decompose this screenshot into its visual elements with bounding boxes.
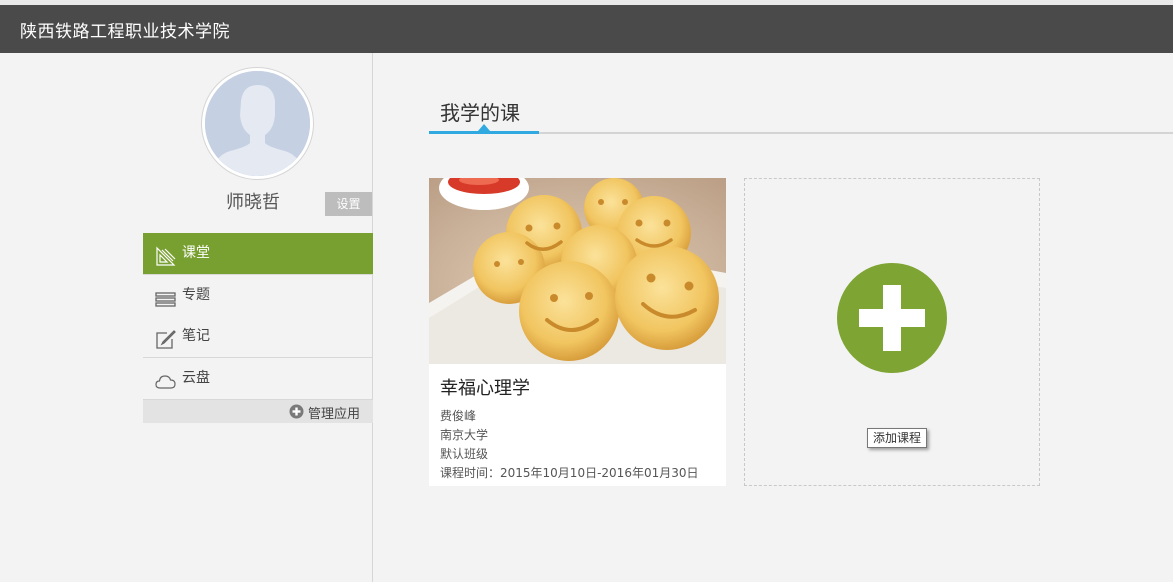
sidebar-item-label: 笔记 <box>182 328 210 344</box>
course-tabs: 我学的课 <box>429 94 1173 134</box>
user-name: 师晓哲 <box>226 192 280 213</box>
sidebar: 师晓哲 设置 课堂 专题 笔记 云盘 管理应用 <box>0 53 373 582</box>
user-avatar-icon <box>205 71 310 176</box>
manage-apps-label: 管理应用 <box>308 407 361 422</box>
add-course-card[interactable]: 添加课程 <box>744 178 1040 486</box>
sidebar-item-cloud[interactable]: 云盘 <box>143 358 373 399</box>
add-plus-icon[interactable] <box>837 263 947 373</box>
course-card[interactable]: 幸福心理学 费俊峰 南京大学 默认班级 课程时间：2015年10月10日-201… <box>429 178 726 486</box>
sidebar-item-notes[interactable]: 笔记 <box>143 316 373 357</box>
list-icon <box>155 285 176 307</box>
course-school: 南京大学 <box>440 428 489 442</box>
sidebar-item-classroom[interactable]: 课堂 <box>143 233 373 274</box>
tab-active-caret <box>478 124 490 131</box>
classroom-icon <box>155 243 176 266</box>
course-teacher: 费俊峰 <box>440 409 477 423</box>
app-title: 陕西铁路工程职业技术学院 <box>20 22 230 42</box>
sidebar-item-label: 专题 <box>182 287 210 303</box>
sidebar-item-topics[interactable]: 专题 <box>143 275 373 316</box>
tab-active-underline <box>429 131 539 134</box>
note-icon <box>155 326 176 349</box>
sidebar-item-label: 云盘 <box>182 370 210 386</box>
course-title[interactable]: 幸福心理学 <box>440 374 530 400</box>
sidebar-nav: 课堂 专题 笔记 云盘 管理应用 <box>143 233 373 423</box>
settings-button[interactable]: 设置 <box>325 192 372 216</box>
tab-my-courses[interactable]: 我学的课 <box>429 94 539 134</box>
app-header: 陕西铁路工程职业技术学院 <box>0 5 1173 53</box>
sidebar-item-label: 课堂 <box>182 245 210 261</box>
add-course-tooltip: 添加课程 <box>867 428 928 448</box>
course-cover-image <box>429 178 726 364</box>
course-class: 默认班级 <box>440 447 489 461</box>
tab-label: 我学的课 <box>440 101 520 125</box>
tabs-baseline <box>429 132 1173 134</box>
cloud-icon <box>155 368 176 389</box>
manage-apps-button[interactable]: 管理应用 <box>143 400 373 423</box>
avatar[interactable] <box>201 67 314 180</box>
course-time: 课程时间：2015年10月10日-2016年01月30日 <box>440 466 699 480</box>
plus-circle-icon <box>289 404 304 419</box>
